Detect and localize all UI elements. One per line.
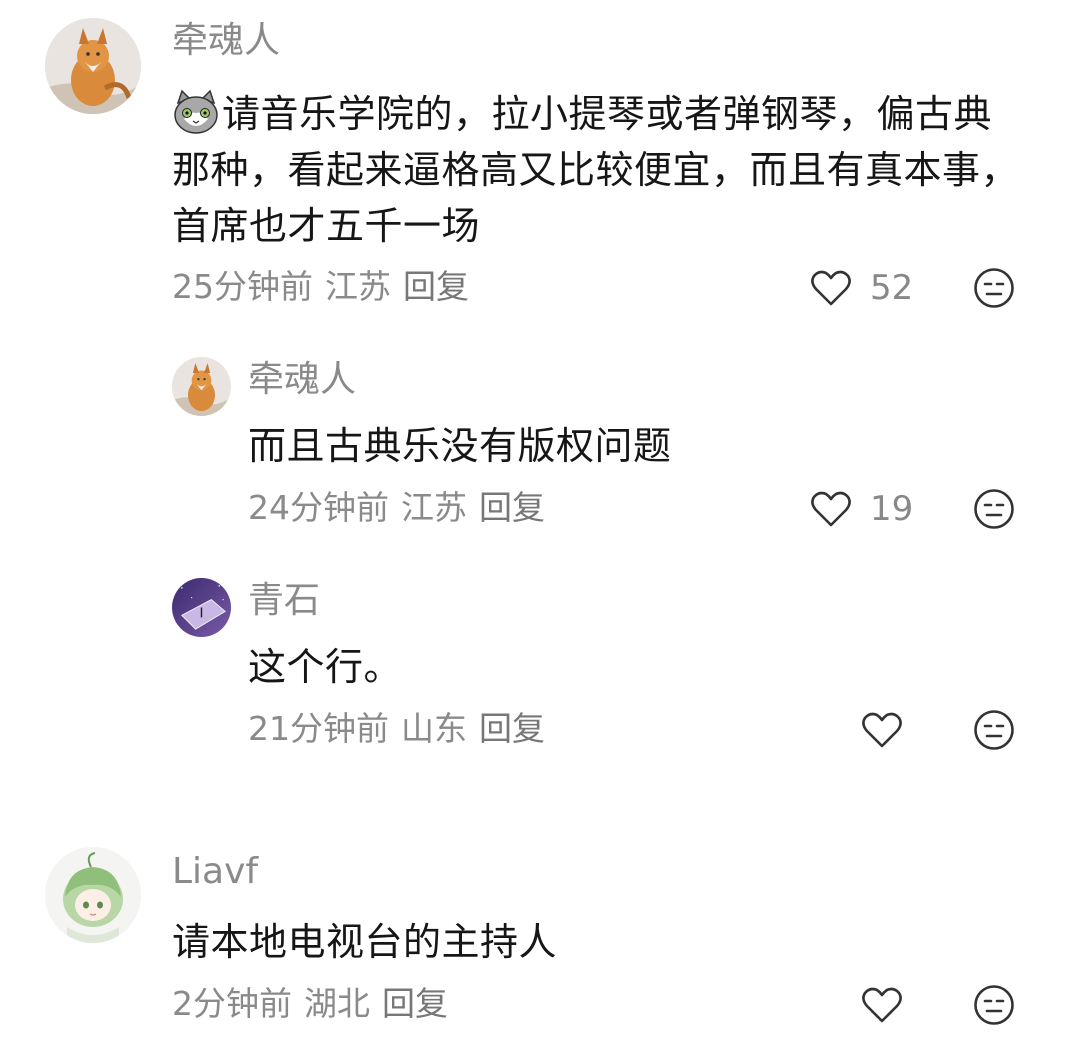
- heart-outline-icon: [811, 270, 851, 306]
- dislike-button[interactable]: [973, 488, 1015, 530]
- comment-time: 21分钟前: [248, 709, 389, 748]
- comment-meta: 2分钟前 湖北 回复: [172, 984, 460, 1024]
- night-sky-avatar-image: [172, 578, 231, 637]
- comment-location: 山东: [401, 709, 467, 748]
- anime-avatar-image: [45, 847, 141, 943]
- comment-text-body: 请音乐学院的，拉小提琴或者弹钢琴，偏古典那种，看起来逼格高又比较便宜，而且有真本…: [172, 92, 1020, 248]
- comment-time: 2分钟前: [172, 984, 292, 1023]
- meh-face-icon: [974, 268, 1014, 308]
- comment-meta: 25分钟前 江苏 回复: [172, 267, 481, 307]
- comment-location: 江苏: [325, 267, 391, 306]
- like-button[interactable]: [861, 983, 903, 1027]
- comment-time: 25分钟前: [172, 267, 313, 306]
- cat-emoji-icon: [172, 89, 220, 135]
- avatar[interactable]: [172, 357, 231, 416]
- dislike-button[interactable]: [973, 984, 1015, 1026]
- like-button[interactable]: [861, 708, 903, 752]
- comment-meta: 21分钟前 山东 回复: [248, 709, 557, 749]
- comment-time: 24分钟前: [248, 488, 389, 527]
- comment-username[interactable]: 牵魂人: [248, 358, 356, 402]
- heart-outline-icon: [811, 491, 851, 527]
- comment-thread: 牵魂人 请音乐学院的，拉小提琴或者弹钢琴，偏古典那种，看起来逼格高又比较便宜，而…: [0, 0, 1080, 1055]
- heart-outline-icon: [862, 712, 902, 748]
- avatar[interactable]: [45, 18, 141, 114]
- like-count: 52: [870, 268, 914, 308]
- comment-text: 请音乐学院的，拉小提琴或者弹钢琴，偏古典那种，看起来逼格高又比较便宜，而且有真本…: [172, 86, 1022, 254]
- heart-outline-icon: [862, 987, 902, 1023]
- comment-location: 湖北: [304, 984, 370, 1023]
- reply-button[interactable]: 回复: [382, 984, 448, 1023]
- avatar[interactable]: [172, 578, 231, 637]
- like-count: 19: [870, 489, 914, 529]
- comment-text: 请本地电视台的主持人: [172, 920, 558, 964]
- meh-face-icon: [974, 489, 1014, 529]
- meh-face-icon: [974, 985, 1014, 1025]
- like-button[interactable]: 52: [810, 266, 913, 310]
- reply-button[interactable]: 回复: [403, 267, 469, 306]
- fox-avatar-image: [45, 18, 141, 114]
- dislike-button[interactable]: [973, 267, 1015, 309]
- comment-username[interactable]: 牵魂人: [172, 19, 280, 63]
- comment-location: 江苏: [401, 488, 467, 527]
- comment-text: 这个行。: [248, 645, 403, 689]
- avatar[interactable]: [45, 847, 141, 943]
- reply-button[interactable]: 回复: [479, 488, 545, 527]
- like-button[interactable]: 19: [810, 487, 913, 531]
- reply-button[interactable]: 回复: [479, 709, 545, 748]
- comment-username[interactable]: Liavf: [172, 850, 258, 894]
- comment-meta: 24分钟前 江苏 回复: [248, 488, 557, 528]
- fox-avatar-image: [172, 357, 231, 416]
- meh-face-icon: [974, 710, 1014, 750]
- comment-text: 而且古典乐没有版权问题: [248, 424, 672, 468]
- dislike-button[interactable]: [973, 709, 1015, 751]
- comment-username[interactable]: 青石: [248, 579, 320, 623]
